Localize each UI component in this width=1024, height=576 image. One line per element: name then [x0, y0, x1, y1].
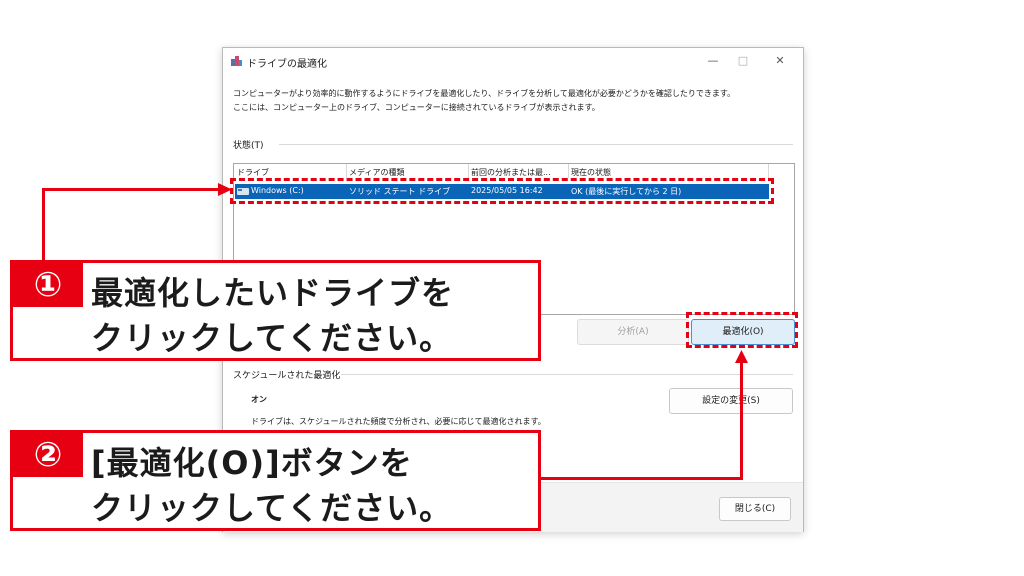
highlight-optimize-button: [686, 312, 798, 348]
schedule-description: ドライブは、スケジュールされた頻度で分析され、必要に応じて最適化されます。: [251, 417, 546, 426]
change-settings-button[interactable]: 設定の変更(S): [669, 388, 793, 414]
arrow-head-1-icon: [218, 183, 232, 196]
description-line-2: ここには、コンピューター上のドライブ、コンピューターに接続されているドライブが表…: [233, 103, 600, 112]
status-group-divider: [279, 144, 793, 145]
close-button[interactable]: 閉じる(C): [719, 497, 791, 521]
callout-step-2-line-2: クリックしてください。: [91, 489, 453, 527]
title-bar: ドライブの最適化 — □ ✕: [223, 48, 803, 74]
column-header-state[interactable]: 現在の状態: [571, 167, 611, 178]
window-title: ドライブの最適化: [247, 59, 327, 70]
minimize-button[interactable]: —: [698, 51, 728, 71]
column-separator[interactable]: [768, 164, 769, 178]
status-group-label: 状態(T): [233, 141, 264, 151]
connector-line-2-vertical: [740, 360, 743, 480]
callout-step-2-number: ②: [13, 433, 83, 477]
column-separator[interactable]: [568, 164, 569, 178]
column-header-drive[interactable]: ドライブ: [237, 167, 269, 178]
column-separator[interactable]: [468, 164, 469, 178]
column-separator[interactable]: [346, 164, 347, 178]
callout-step-1-number: ①: [13, 263, 83, 307]
description-line-1: コンピューターがより効率的に動作するようにドライブを最適化したり、ドライブを分析…: [233, 89, 736, 98]
schedule-state: オン: [251, 395, 267, 404]
callout-step-2: ② [最適化(O)]ボタンを クリックしてください。: [10, 430, 541, 531]
maximize-button[interactable]: □: [728, 51, 758, 71]
close-window-button[interactable]: ✕: [765, 51, 795, 71]
defrag-app-icon: [231, 56, 242, 66]
connector-line-1-horizontal: [42, 188, 222, 191]
schedule-group-divider: [341, 374, 793, 375]
callout-step-2-line-1: [最適化(O)]ボタンを: [91, 444, 413, 482]
column-header-media[interactable]: メディアの種類: [349, 167, 404, 178]
callout-step-1: ① 最適化したいドライブを クリックしてください。: [10, 260, 541, 361]
connector-line-1-vertical: [42, 188, 45, 261]
column-header-last-run[interactable]: 前回の分析または最...: [471, 167, 551, 178]
callout-step-1-line-1: 最適化したいドライブを: [91, 274, 455, 312]
callout-step-1-line-2: クリックしてください。: [91, 319, 453, 357]
analyze-button[interactable]: 分析(A): [577, 319, 689, 345]
connector-line-2-horizontal: [541, 477, 743, 480]
arrow-head-2-icon: [735, 350, 748, 363]
schedule-group-label: スケジュールされた最適化: [233, 371, 341, 381]
highlight-drive-row: [230, 178, 774, 204]
